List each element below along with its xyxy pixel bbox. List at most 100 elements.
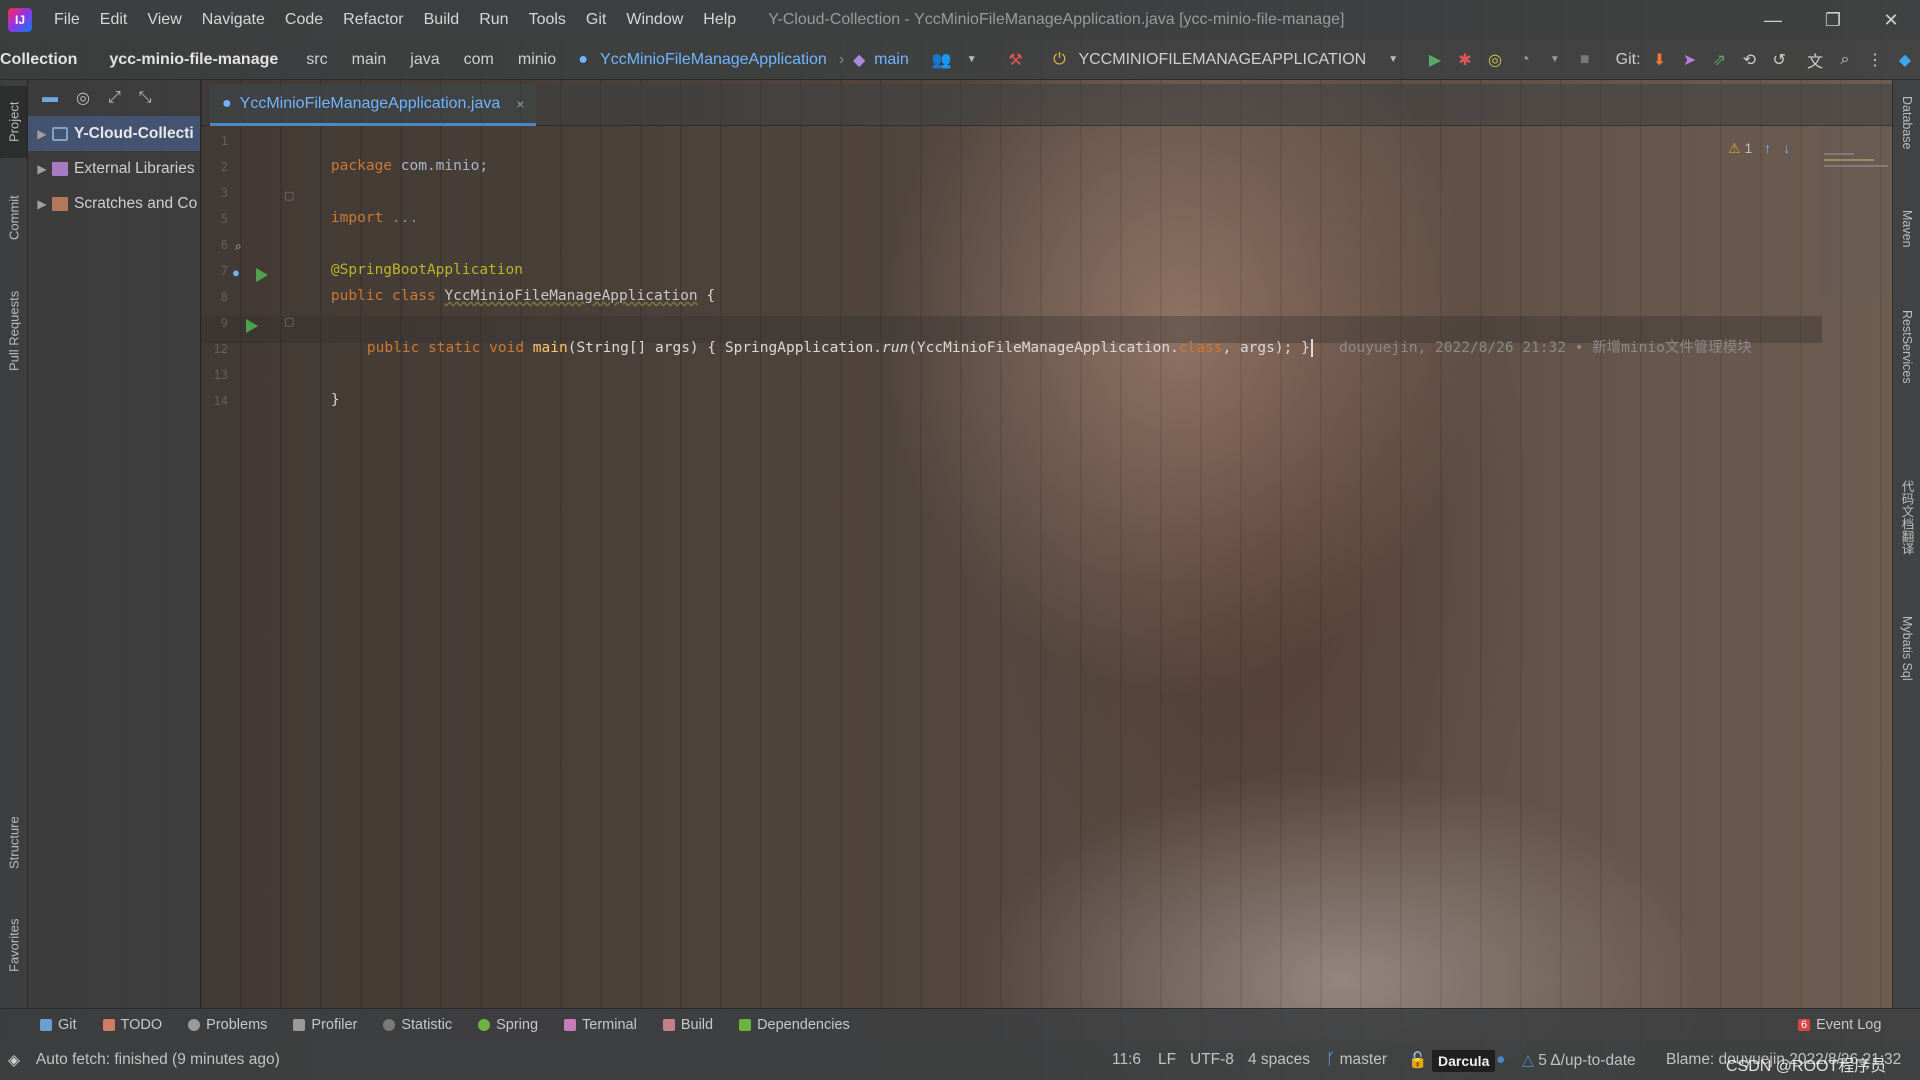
run-config-dropdown-icon[interactable]: ▼ bbox=[1380, 46, 1406, 74]
coverage-icon[interactable]: ◎ bbox=[1482, 46, 1508, 74]
breadcrumb-minio[interactable]: minio bbox=[506, 51, 568, 69]
more-actions-icon[interactable]: ⋮ bbox=[1862, 46, 1888, 74]
git-history-icon[interactable]: ⟲ bbox=[1736, 46, 1762, 74]
tool-event-log[interactable]: 6 Event Log bbox=[1798, 1017, 1881, 1033]
breadcrumb-project[interactable]: Collection bbox=[0, 51, 89, 69]
run-config-selector[interactable]: YCCMINIOFILEMANAGEAPPLICATION bbox=[1074, 51, 1378, 69]
tool-git[interactable]: Git bbox=[40, 1017, 77, 1033]
tab-database[interactable]: Database bbox=[1893, 96, 1920, 196]
more-run-options-icon[interactable]: ▼ bbox=[1542, 46, 1568, 74]
profile-icon[interactable]: ◔ bbox=[1512, 46, 1538, 74]
users-icon[interactable]: 👥 bbox=[929, 46, 955, 74]
code-minimap[interactable] bbox=[1820, 127, 1892, 297]
tab-commit[interactable]: Commit bbox=[0, 178, 28, 258]
theme-badge[interactable]: Darcula bbox=[1432, 1050, 1496, 1072]
line-separator[interactable]: LF bbox=[1158, 1051, 1176, 1069]
menu-window[interactable]: Window bbox=[616, 11, 693, 29]
status-message[interactable]: Auto fetch: finished (9 minutes ago) bbox=[36, 1051, 280, 1069]
tab-pull-requests[interactable]: Pull Requests bbox=[0, 276, 28, 386]
locate-file-icon[interactable]: ◎ bbox=[76, 88, 90, 108]
stop-icon[interactable]: ■ bbox=[1572, 46, 1598, 74]
expand-arrow-icon[interactable]: ▶ bbox=[32, 127, 52, 141]
menu-navigate[interactable]: Navigate bbox=[192, 11, 275, 29]
run-class-icon[interactable] bbox=[256, 268, 268, 282]
editor-tab-active[interactable]: ● YccMinioFileManageApplication.java × bbox=[210, 84, 536, 126]
git-branch-widget[interactable]: ᚴ master bbox=[1326, 1051, 1387, 1069]
menu-help[interactable]: Help bbox=[693, 11, 746, 29]
breadcrumb-src[interactable]: src bbox=[290, 51, 339, 69]
chevron-down-icon[interactable]: ▼ bbox=[959, 46, 985, 74]
search-icon[interactable]: ⌕ bbox=[1832, 46, 1858, 74]
tool-statistic[interactable]: Statistic bbox=[383, 1017, 452, 1033]
file-encoding[interactable]: UTF-8 bbox=[1190, 1051, 1234, 1069]
menu-build[interactable]: Build bbox=[414, 11, 470, 29]
hammer-build-icon[interactable]: ⚒ bbox=[1003, 46, 1029, 74]
tab-rest-services[interactable]: RestServices bbox=[1893, 310, 1920, 470]
previous-highlight-icon[interactable]: ↑ bbox=[1764, 140, 1771, 156]
collapse-all-icon[interactable]: ⤡ bbox=[139, 89, 152, 107]
minimize-button[interactable]: — bbox=[1748, 0, 1798, 40]
keyword: public static void bbox=[366, 340, 525, 356]
menu-edit[interactable]: Edit bbox=[90, 11, 138, 29]
tree-item-scratches[interactable]: ▶ Scratches and Co bbox=[28, 186, 200, 221]
tree-item-external-libraries[interactable]: ▶ External Libraries bbox=[28, 151, 200, 186]
breadcrumb-main[interactable]: main bbox=[340, 51, 399, 69]
git-update-icon[interactable]: ⬇ bbox=[1647, 46, 1673, 74]
debug-icon[interactable]: ✱ bbox=[1452, 46, 1478, 74]
translate-icon[interactable]: 文 bbox=[1802, 46, 1828, 74]
menu-run[interactable]: Run bbox=[469, 11, 518, 29]
tab-mybatis-sql[interactable]: Mybatis Sql bbox=[1893, 616, 1920, 726]
tab-translate[interactable]: 代码文档翻译 bbox=[1893, 480, 1920, 600]
tool-profiler[interactable]: Profiler bbox=[293, 1017, 357, 1033]
tool-spring[interactable]: Spring bbox=[478, 1017, 538, 1033]
tab-favorites[interactable]: Favorites bbox=[0, 900, 28, 990]
ide-update-icon[interactable]: ◆ bbox=[1892, 46, 1918, 74]
breadcrumb-method[interactable]: main bbox=[874, 51, 921, 69]
expand-arrow-icon[interactable]: ▶ bbox=[32, 197, 52, 211]
tool-build[interactable]: Build bbox=[662, 1017, 713, 1033]
fold-icon[interactable]: ▢ bbox=[284, 315, 294, 328]
tab-maven[interactable]: Maven bbox=[1893, 210, 1920, 300]
expand-arrow-icon[interactable]: ▶ bbox=[32, 162, 52, 176]
menu-view[interactable]: View bbox=[137, 11, 191, 29]
run-icon[interactable]: ▶ bbox=[1422, 46, 1448, 74]
restore-button[interactable]: ❐ bbox=[1808, 0, 1858, 40]
close-window-button[interactable]: ✕ bbox=[1866, 0, 1916, 40]
indent-setting[interactable]: 4 spaces bbox=[1248, 1051, 1310, 1069]
breadcrumb-class[interactable]: YccMinioFileManageApplication bbox=[598, 51, 839, 69]
tool-dependencies[interactable]: Dependencies bbox=[739, 1017, 850, 1033]
project-view-icon[interactable]: ▬ bbox=[42, 89, 58, 107]
tool-problems[interactable]: Problems bbox=[188, 1017, 267, 1033]
menu-file[interactable]: File bbox=[44, 11, 90, 29]
run-main-icon[interactable] bbox=[246, 319, 258, 333]
vcs-status[interactable]: △ 5 Δ/up-to-date bbox=[1522, 1051, 1636, 1070]
menu-tools[interactable]: Tools bbox=[519, 11, 576, 29]
menu-git[interactable]: Git bbox=[576, 11, 616, 29]
git-rollback-icon[interactable]: ↺ bbox=[1766, 46, 1792, 74]
git-commit-icon[interactable]: ➤ bbox=[1676, 46, 1702, 74]
lock-icon[interactable]: 🔓 bbox=[1408, 1051, 1427, 1070]
menu-refactor[interactable]: Refactor bbox=[333, 11, 413, 29]
tool-todo[interactable]: TODO bbox=[102, 1017, 162, 1033]
git-push-icon[interactable]: ⇗ bbox=[1706, 46, 1732, 74]
tab-structure[interactable]: Structure bbox=[0, 798, 28, 888]
expand-all-icon[interactable]: ⤢ bbox=[108, 89, 121, 107]
menu-code[interactable]: Code bbox=[275, 11, 333, 29]
layers-icon[interactable]: ◈ bbox=[8, 1051, 20, 1070]
next-highlight-icon[interactable]: ↓ bbox=[1783, 140, 1790, 156]
tool-terminal[interactable]: Terminal bbox=[564, 1017, 637, 1033]
caret-position[interactable]: 11:6 bbox=[1112, 1051, 1141, 1069]
fold-icon[interactable]: ▢ bbox=[284, 189, 294, 202]
breadcrumb-com[interactable]: com bbox=[452, 51, 506, 69]
breadcrumb-java[interactable]: java bbox=[398, 51, 451, 69]
search-bean-icon[interactable]: ⌕ bbox=[235, 239, 242, 254]
close-tab-icon[interactable]: × bbox=[516, 96, 524, 112]
inspection-widget[interactable]: ⚠ 1 ↑ ↓ bbox=[1728, 137, 1790, 159]
intellij-logo-icon[interactable]: IJ bbox=[8, 8, 32, 32]
tab-project[interactable]: Project bbox=[0, 86, 28, 158]
folded-imports[interactable]: ... bbox=[392, 210, 418, 226]
code-editor[interactable]: package com.minio; import ... @SpringBoo… bbox=[296, 127, 1892, 1008]
breadcrumb-module[interactable]: ycc-minio-file-manage bbox=[89, 51, 290, 69]
tree-item-project-root[interactable]: ▶ Y-Cloud-Collecti bbox=[28, 116, 200, 151]
spring-bean-icon[interactable]: ● bbox=[232, 265, 240, 280]
